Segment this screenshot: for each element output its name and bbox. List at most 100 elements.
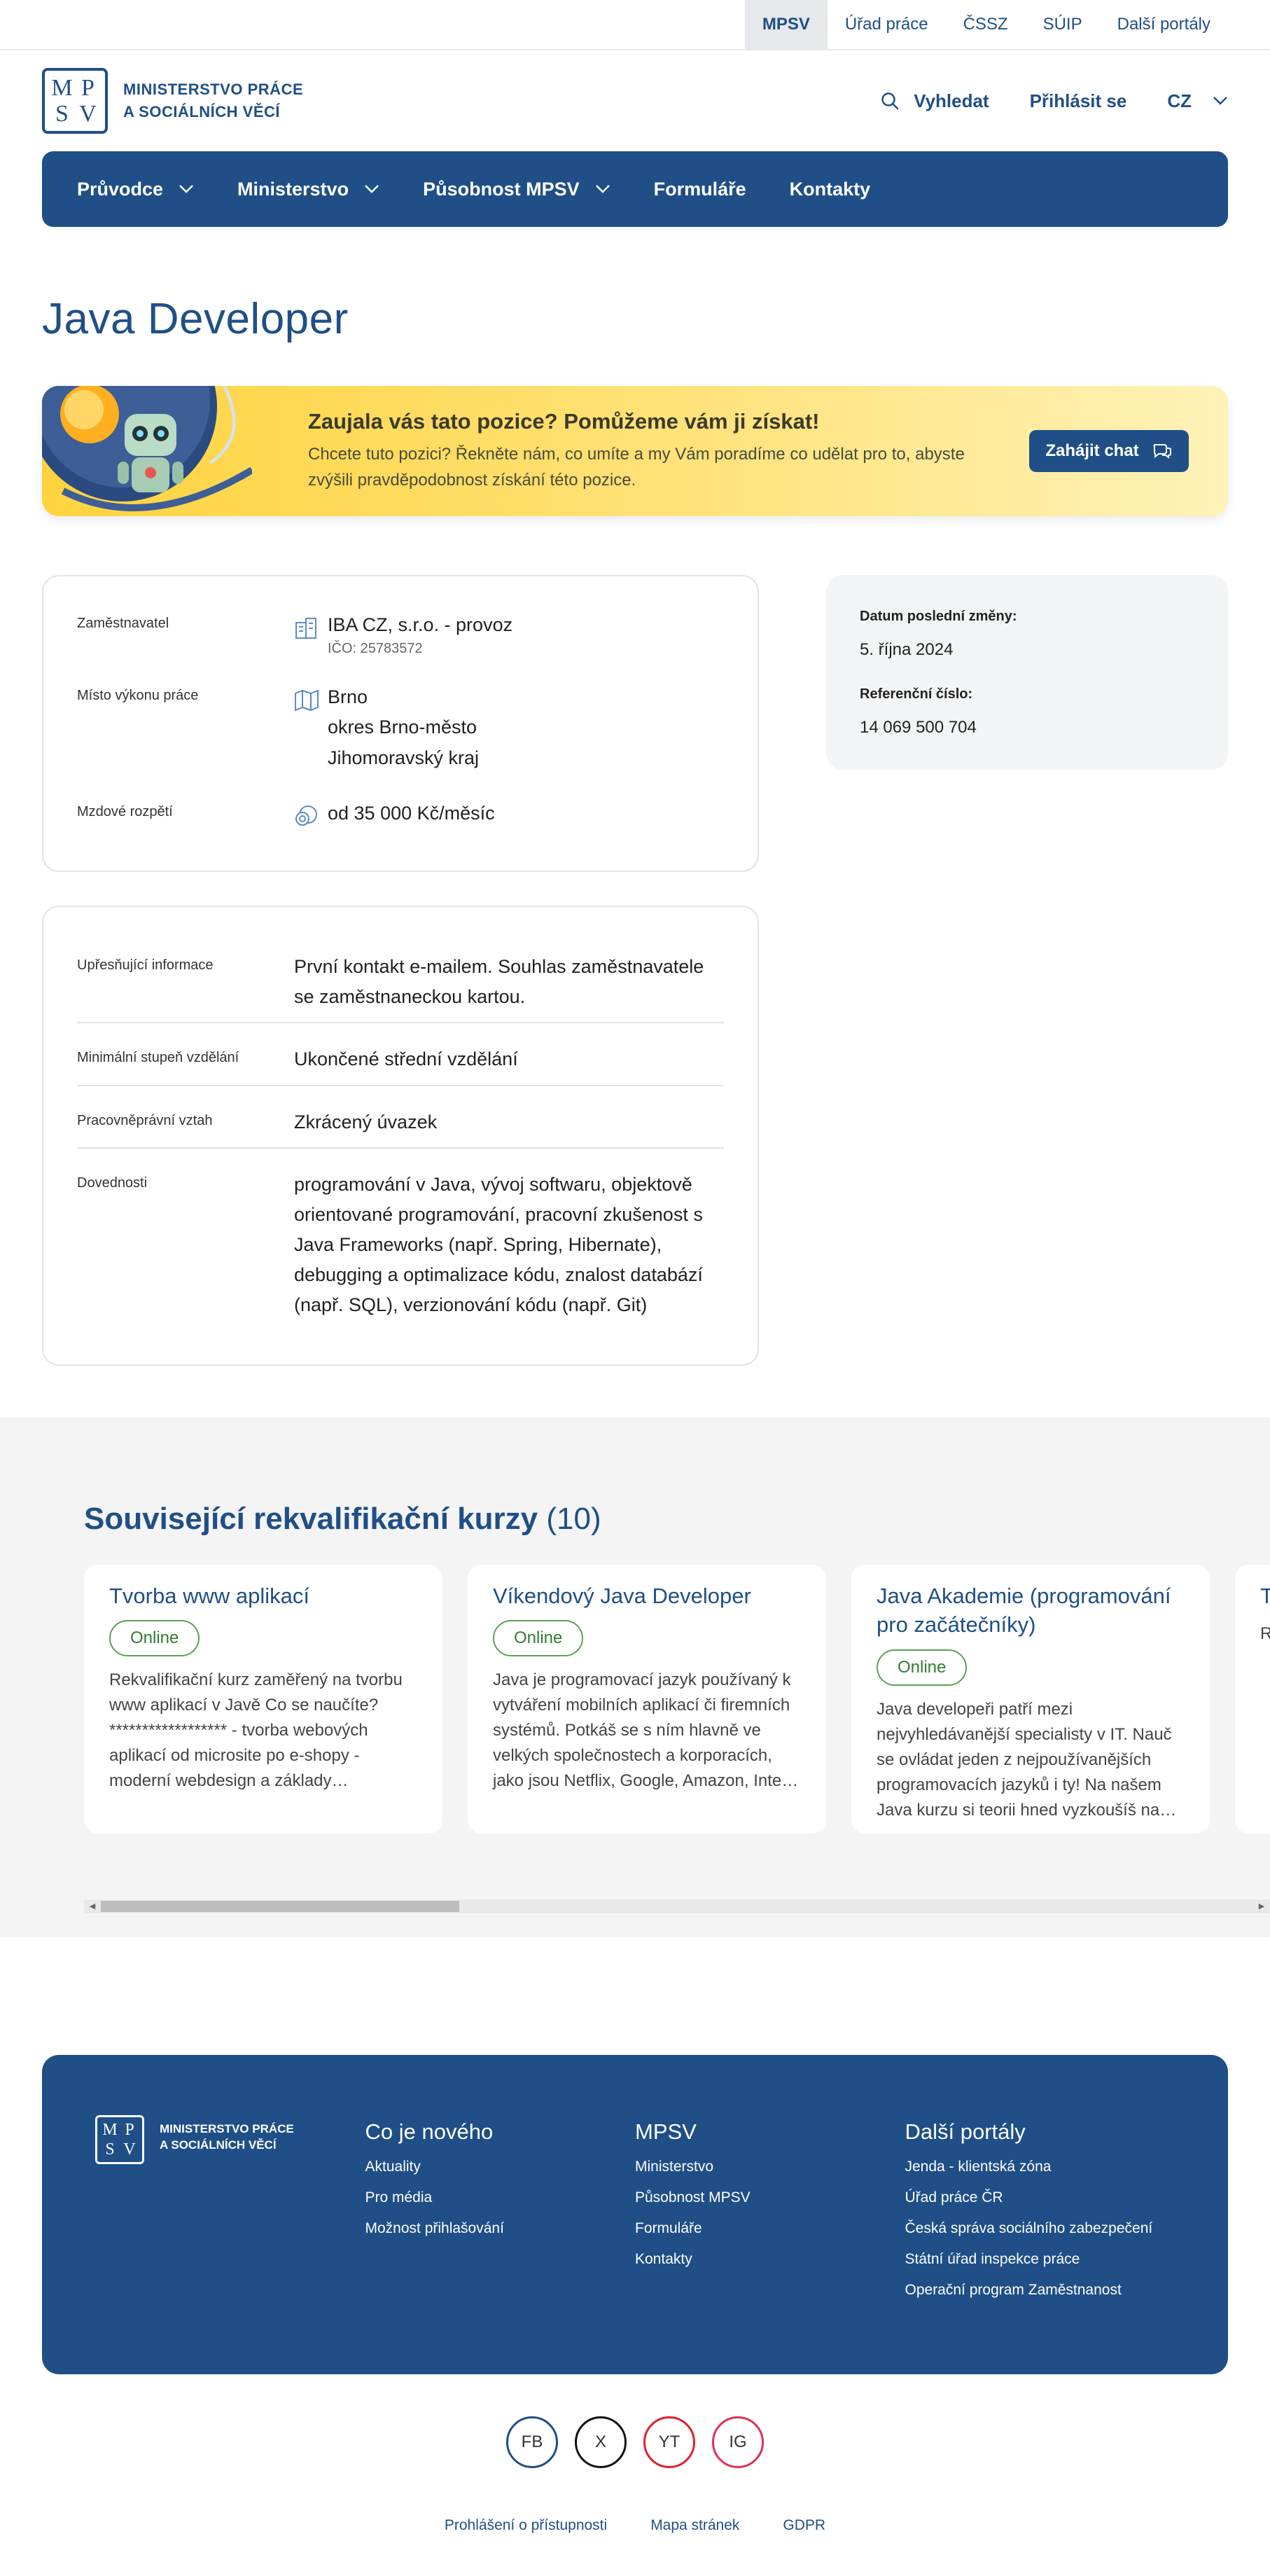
courses-title: Související rekvalifikační kurzy	[84, 1501, 538, 1536]
main-navigation: Průvodce Ministerstvo Působnost MPSV For…	[42, 151, 1228, 227]
instagram-icon[interactable]: IG	[712, 2416, 764, 2468]
language-select[interactable]: CZ	[1167, 90, 1228, 112]
chevron-down-icon	[179, 185, 193, 193]
youtube-icon[interactable]: YT	[643, 2416, 695, 2468]
course-title[interactable]: Tvorba www aplikací	[109, 1581, 417, 1611]
logo-text: MINISTERSTVO PRÁCE A SOCIÁLNÍCH VĚCÍ	[123, 78, 303, 123]
logo-line-2: A SOCIÁLNÍCH VĚCÍ	[123, 103, 281, 120]
footer-column-portals: Další portály Jenda - klientská zóna Úřa…	[905, 2115, 1175, 2374]
scrollbar-thumb[interactable]	[101, 1900, 459, 1912]
carousel-scrollbar[interactable]: ◀ ▶	[84, 1899, 1270, 1913]
x-twitter-icon[interactable]: X	[575, 2416, 627, 2468]
footer-link[interactable]: Česká správa sociálního zabezpečení	[905, 2220, 1175, 2237]
nav-item-pusobnost[interactable]: Působnost MPSV	[423, 179, 610, 200]
accessibility-statement-link[interactable]: Prohlášení o přístupnosti	[445, 2517, 607, 2534]
footer-link[interactable]: Operační program Zaměstnanost	[905, 2282, 1175, 2299]
location-region: Jihomoravský kraj	[328, 747, 480, 768]
banner-title: Zaujala vás tato pozice? Pomůžeme vám ji…	[308, 408, 820, 434]
chevron-down-icon	[595, 185, 610, 193]
detail-label: Pracovněprávní vztah	[77, 1112, 213, 1128]
nav-item-ministerstvo[interactable]: Ministerstvo	[237, 179, 379, 200]
chat-promo-banner: Zaujala vás tato pozice? Pomůžeme vám ji…	[42, 386, 1228, 516]
salary-label: Mzdové rozpětí	[77, 803, 173, 819]
nav-item-kontakty[interactable]: Kontakty	[790, 179, 871, 200]
footer-column-title: MPSV	[635, 2119, 697, 2144]
site-logo[interactable]: M P S V MINISTERSTVO PRÁCE A SOCIÁLNÍCH …	[42, 68, 303, 134]
logo-letter: P	[125, 2120, 134, 2139]
footer-link[interactable]: Úřad práce ČR	[905, 2189, 1175, 2206]
top-portal-bar: MPSV Úřad práce ČSSZ SÚIP Další portály	[0, 0, 1270, 50]
scroll-right-icon[interactable]: ▶	[1256, 1901, 1267, 1912]
portal-link-suip[interactable]: SÚIP	[1026, 0, 1100, 49]
job-summary-card: Zaměstnavatel IBA CZ, s.r.o. - provoz IČ…	[42, 575, 759, 872]
footer-link[interactable]: Ministerstvo	[635, 2159, 905, 2175]
course-mode-badge: Online	[109, 1620, 200, 1657]
footer-link[interactable]: Jenda - klientská zóna	[905, 2159, 1175, 2175]
nav-item-label: Působnost MPSV	[423, 178, 580, 200]
footer-link[interactable]: Aktuality	[365, 2159, 636, 2175]
detail-value: programování v Java, vývoj softwaru, obj…	[294, 1173, 703, 1316]
footer-link[interactable]: Státní úřad inspekce práce	[905, 2251, 1175, 2268]
gdpr-link[interactable]: GDPR	[783, 2517, 825, 2534]
language-label: CZ	[1167, 90, 1192, 111]
footer-link[interactable]: Možnost přihlašování	[365, 2220, 636, 2237]
portal-link-urad-prace[interactable]: Úřad práce	[828, 0, 946, 49]
course-title[interactable]: Víkendový Java Developer	[493, 1581, 801, 1611]
portal-link-mpsv[interactable]: MPSV	[744, 0, 828, 49]
footer-link[interactable]: Působnost MPSV	[635, 2189, 905, 2206]
search-icon	[881, 92, 899, 110]
detail-row: Upřesňující informace První kontakt e-ma…	[77, 941, 724, 1024]
nav-item-label: Průvodce	[77, 178, 164, 200]
footer-link[interactable]: Kontakty	[635, 2251, 905, 2268]
site-footer: M P S V MINISTERSTVO PRÁCE A SOCIÁLNÍCH …	[42, 2054, 1228, 2374]
facebook-icon[interactable]: FB	[506, 2416, 558, 2468]
chevron-down-icon	[365, 185, 379, 193]
detail-value: Zkrácený úvazek	[294, 1111, 438, 1133]
login-button[interactable]: Přihlásit se	[1030, 90, 1127, 112]
reference-number-label: Referenční číslo:	[860, 686, 973, 702]
footer-link[interactable]: Formuláře	[635, 2220, 905, 2237]
portal-link-cssz[interactable]: ČSSZ	[946, 0, 1026, 49]
footer-logo-line-1: MINISTERSTVO PRÁCE	[160, 2121, 294, 2135]
footer-link[interactable]: Pro média	[365, 2189, 636, 2206]
course-title[interactable]: Java Akademie (programování pro začátečn…	[877, 1581, 1185, 1640]
bottom-links: Prohlášení o přístupnosti Mapa stránek G…	[0, 2517, 1270, 2576]
nav-item-formulare[interactable]: Formuláře	[654, 179, 746, 200]
footer-column-news: Co je nového Aktuality Pro média Možnost…	[365, 2115, 636, 2374]
course-card[interactable]: Víkendový Java Developer Online Java je …	[468, 1564, 826, 1834]
employer-name: IBA CZ, s.r.o. - provoz	[328, 614, 513, 635]
course-card[interactable]: Java Akademie (programování pro začátečn…	[851, 1564, 1210, 1834]
search-label: Vyhledat	[914, 90, 989, 111]
footer-column-title: Další portály	[905, 2119, 1026, 2144]
detail-value: Ukončené střední vzdělání	[294, 1048, 518, 1070]
footer-logo[interactable]: M P S V MINISTERSTVO PRÁCE A SOCIÁLNÍCH …	[95, 2114, 365, 2374]
nav-item-label: Kontakty	[789, 178, 871, 200]
detail-label: Upřesňující informace	[77, 957, 214, 973]
detail-row: Pracovněprávní vztah Zkrácený úvazek	[77, 1086, 724, 1149]
chat-icon	[1153, 444, 1171, 459]
course-mode-badge: Online	[493, 1620, 584, 1657]
social-links: FB X YT IG	[0, 2416, 1270, 2468]
logo-line-1: MINISTERSTVO PRÁCE	[123, 81, 304, 99]
logo-letter: S	[55, 100, 69, 127]
job-details-card: Upřesňující informace První kontakt e-ma…	[42, 905, 759, 1366]
course-description: Rekvalifikační kurz zaměřený na tvorbu w…	[109, 1670, 403, 1791]
logo-letter: M	[51, 74, 73, 101]
nav-item-pruvodce[interactable]: Průvodce	[77, 179, 194, 200]
search-button[interactable]: Vyhledat	[880, 90, 989, 112]
logo-letter: M	[102, 2120, 118, 2139]
start-chat-button[interactable]: Zahájit chat	[1029, 430, 1189, 472]
course-title[interactable]: T	[1260, 1581, 1270, 1611]
detail-row: Dovednosti programování v Java, vývoj so…	[77, 1149, 724, 1331]
footer-logo-line-2: A SOCIÁLNÍCH VĚCÍ	[160, 2138, 277, 2152]
course-card[interactable]: T R w m a	[1235, 1564, 1270, 1834]
scroll-left-icon[interactable]: ◀	[87, 1901, 98, 1912]
reference-number-value: 14 069 500 704	[860, 718, 977, 737]
employer-label: Zaměstnavatel	[77, 616, 169, 631]
portal-link-dalsi[interactable]: Další portály	[1100, 0, 1228, 49]
last-change-value: 5. října 2024	[860, 640, 954, 659]
course-description: R w m a	[1260, 1624, 1270, 1644]
related-courses-section: Související rekvalifikační kurzy (10) Tv…	[0, 1417, 1270, 1937]
course-card[interactable]: Tvorba www aplikací Online Rekvalifikačn…	[84, 1564, 442, 1834]
sitemap-link[interactable]: Mapa stránek	[650, 2517, 739, 2534]
